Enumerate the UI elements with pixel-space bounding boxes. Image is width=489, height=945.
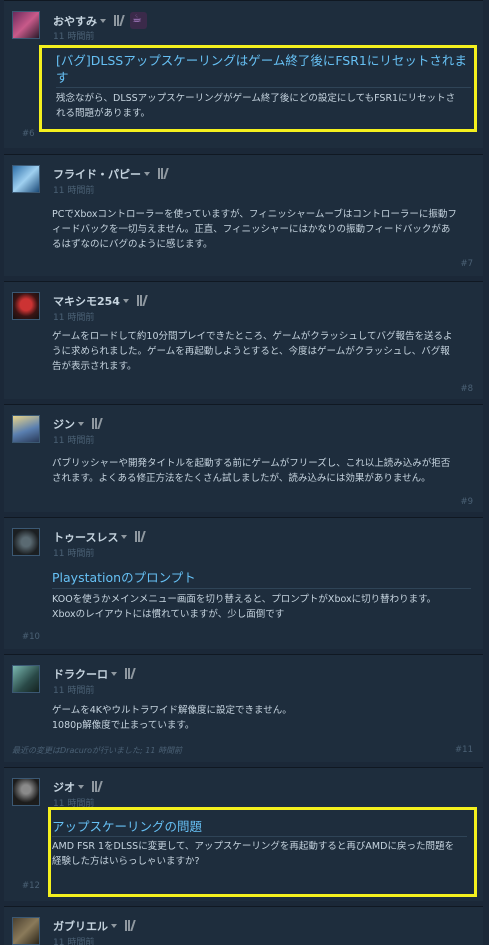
post-number[interactable]: #8 [460, 384, 473, 394]
author-label[interactable]: ドラクーロ [53, 668, 108, 681]
post-8: マキシモ254 11 時間前 ゲームをロードして約10分間プレイできたところ、ゲ… [4, 281, 483, 399]
post-header: フライド・パピー 11 時間前 [12, 163, 472, 203]
post-header: おやすみ 11 時間前 [12, 9, 472, 49]
library-icon [92, 781, 103, 795]
chevron-down-icon[interactable] [122, 299, 129, 303]
author-label[interactable]: ジオ [53, 781, 75, 794]
avatar[interactable] [12, 778, 40, 806]
post-number[interactable]: #7 [460, 259, 473, 269]
body-line: 1080p解像度で止まっています。 [52, 720, 195, 731]
body-line: KOOを使うかメインメニュー画面を切り替えると、プロンプトがXboxに切り替わり… [52, 594, 437, 605]
body-line: るはずなのにバグのように感じます。 [52, 239, 213, 250]
post-body: パブリッシャーや開発タイトルを起動する前にゲームがフリーズし、これ以上読み込みが… [52, 456, 472, 486]
post-10: トゥースレス 11 時間前 Playstationのプロンプト KOOを使うかメ… [4, 517, 483, 649]
body-line: 告が表示されます。 [52, 361, 137, 372]
post-number[interactable]: #10 [22, 632, 40, 642]
library-icon [136, 295, 148, 309]
coffee-cup-icon [130, 12, 147, 29]
highlight-box [48, 807, 477, 897]
author-name[interactable]: フライド・パピー [53, 166, 169, 182]
avatar[interactable] [12, 11, 40, 39]
chevron-down-icon[interactable] [144, 172, 150, 176]
author-label[interactable]: マキシモ254 [53, 295, 120, 308]
body-line: ィードバックを一切与えません。正直、フィニッシャーにはかなりの振動フィードバック… [52, 224, 451, 235]
author-name[interactable]: マキシモ254 [53, 293, 148, 309]
author-name[interactable]: ガブリエル [53, 918, 136, 934]
post-time: 11 時間前 [53, 686, 95, 696]
post-time: 11 時間前 [53, 938, 95, 945]
author-name[interactable]: ドラクーロ [53, 666, 136, 682]
author-label[interactable]: ジン [53, 418, 75, 431]
body-line: ゲームを4Kやウルトラワイド解像度に設定できません。 [52, 705, 292, 716]
avatar[interactable] [12, 917, 40, 945]
body-line: ゲームをロードして約10分間プレイできたところ、ゲームがクラッシュしてバグ報告を… [52, 331, 453, 342]
post-title-link[interactable]: Playstationのプロンプト [52, 569, 196, 586]
post-body: ゲームを4Kやウルトラワイド解像度に設定できません。 1080p解像度で止まって… [52, 703, 472, 733]
chevron-down-icon[interactable] [121, 535, 128, 539]
body-line: PCでXboxコントローラーを使っていますが、フィニッシャームーブはコントローラ… [52, 209, 457, 220]
post-time: 11 時間前 [53, 549, 95, 559]
post-number[interactable]: #6 [22, 129, 35, 139]
post-number[interactable]: #9 [460, 497, 473, 507]
chevron-down-icon[interactable] [111, 924, 117, 928]
body-line: Xboxのレイアウトには慣れていますが、少し面倒です [52, 609, 285, 620]
body-line: されます。よくある修正方法をたくさん試しましたが、読み込みには効果がありません。 [52, 473, 431, 484]
highlight-box [39, 45, 477, 132]
avatar[interactable] [12, 665, 40, 693]
post-header: ドラクーロ 11 時間前 [12, 663, 472, 703]
post-header: ジン 11 時間前 [12, 413, 472, 453]
library-icon [135, 531, 147, 545]
author-name[interactable]: おやすみ [53, 12, 147, 29]
post-7: フライド・パピー 11 時間前 PCでXboxコントローラーを使っていますが、フ… [4, 154, 483, 276]
avatar[interactable] [12, 165, 40, 193]
post-body: KOOを使うかメインメニュー画面を切り替えると、プロンプトがXboxに切り替わり… [52, 592, 472, 622]
library-icon [114, 15, 125, 29]
author-name[interactable]: トゥースレス [53, 529, 147, 545]
author-label[interactable]: おやすみ [53, 15, 97, 28]
post-time: 11 時間前 [53, 436, 95, 446]
title-divider [52, 588, 471, 589]
post-number[interactable]: #12 [22, 881, 40, 891]
avatar[interactable] [12, 415, 40, 443]
avatar[interactable] [12, 528, 40, 556]
author-name[interactable]: ジン [53, 416, 103, 432]
author-name[interactable]: ジオ [53, 779, 103, 795]
post-time: 11 時間前 [53, 313, 95, 323]
body-line: パブリッシャーや開発タイトルを起動する前にゲームがフリーズし、これ以上読み込みが… [52, 458, 451, 469]
chevron-down-icon[interactable] [100, 19, 106, 23]
library-icon [158, 168, 169, 182]
author-label[interactable]: トゥースレス [53, 531, 118, 544]
post-9: ジン 11 時間前 パブリッシャーや開発タイトルを起動する前にゲームがフリーズし… [4, 404, 483, 512]
avatar[interactable] [12, 292, 40, 320]
chevron-down-icon[interactable] [111, 672, 117, 676]
library-icon [125, 920, 136, 934]
post-header: ガブリエル 11 時間前 [12, 915, 472, 945]
post-body: PCでXboxコントローラーを使っていますが、フィニッシャームーブはコントローラ… [52, 207, 472, 252]
library-icon [125, 668, 136, 682]
post-time: 11 時間前 [53, 32, 95, 42]
chevron-down-icon[interactable] [78, 422, 84, 426]
chevron-down-icon[interactable] [78, 785, 84, 789]
post-time: 11 時間前 [53, 186, 95, 196]
post-header: マキシモ254 11 時間前 [12, 290, 472, 330]
post-body: ゲームをロードして約10分間プレイできたところ、ゲームがクラッシュしてバグ報告を… [52, 329, 472, 374]
author-label[interactable]: フライド・パピー [53, 168, 141, 181]
post-number[interactable]: #11 [455, 745, 473, 755]
post-11: ドラクーロ 11 時間前 ゲームを4Kやウルトラワイド解像度に設定できません。 … [4, 654, 483, 762]
library-icon [92, 418, 103, 432]
post-13: ガブリエル 11 時間前 [4, 906, 483, 945]
author-label[interactable]: ガブリエル [53, 920, 108, 933]
edit-notice: 最近の変更はDracuroが行いました; 11 時間前 [12, 746, 182, 755]
body-line: うに求められました。ゲームを再起動しようとすると、今度はゲームがクラッシュし、バ… [52, 346, 450, 357]
post-header: トゥースレス 11 時間前 [12, 526, 472, 566]
